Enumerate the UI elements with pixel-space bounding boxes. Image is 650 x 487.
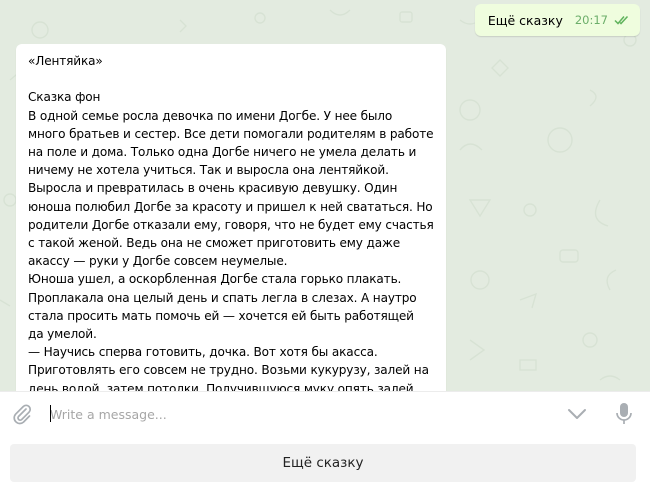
story-line: много братьев и сестер. Все дети помогал…: [28, 126, 434, 141]
story-line: В одной семье росла девочка по имени Дог…: [28, 108, 393, 123]
story-line: день водой, затем потолки. Получившуюся …: [28, 381, 414, 391]
story-line: акассу — руки у Догбе совсем неумелые.: [28, 254, 288, 269]
story-line: юноша полюбил Догбе за красоту и пришел …: [28, 199, 433, 214]
story-line: стала просить мать помочь ей — хочется е…: [28, 308, 414, 323]
story-line: Проплакала она целый день и спать легла …: [28, 290, 417, 305]
incoming-message[interactable]: «Лентяйка» Сказка фон В одной семье росл…: [16, 44, 446, 391]
story-title: «Лентяйка»: [28, 54, 103, 68]
story-line: Сказка фон: [28, 90, 101, 105]
outgoing-message-text: Ещё сказку: [487, 12, 563, 28]
story-line: ничему не хотела учиться. Так и выросла …: [28, 163, 389, 178]
double-check-icon: [614, 15, 630, 25]
story-line: Юноша ушел, а оскорбленная Догбе стала г…: [28, 272, 402, 287]
story-line: на поле и дома. Только одна Догбе ничего…: [28, 145, 417, 159]
message-time: 20:17: [574, 13, 608, 27]
microphone-icon[interactable]: [615, 402, 633, 426]
story-line: да умелой.: [28, 327, 97, 342]
chat-history[interactable]: Ещё сказку 20:17 «Лентяйка» Сказка фон В…: [0, 0, 650, 391]
outgoing-message[interactable]: Ещё сказку 20:17: [474, 4, 640, 36]
story-line: Выросла и превратилась в очень красивую …: [28, 181, 398, 196]
story-line: родители Догбе отказали ему, говоря, что…: [28, 217, 434, 232]
message-composer: [0, 391, 650, 436]
bot-keyboard: Ещё сказку: [0, 436, 650, 487]
story-line: — Научись сперва готовить, дочка. Вот хо…: [28, 345, 378, 360]
story-line: с такой женой. Ведь она не сможет пригот…: [28, 236, 400, 251]
chevron-down-icon[interactable]: [566, 405, 588, 423]
text-caret: [50, 405, 51, 422]
paperclip-icon[interactable]: [11, 403, 33, 425]
keyboard-button-more-story[interactable]: Ещё сказку: [10, 444, 636, 482]
message-input[interactable]: [50, 404, 550, 424]
story-line: Приготовлять его совсем не трудно. Возьм…: [28, 363, 429, 378]
